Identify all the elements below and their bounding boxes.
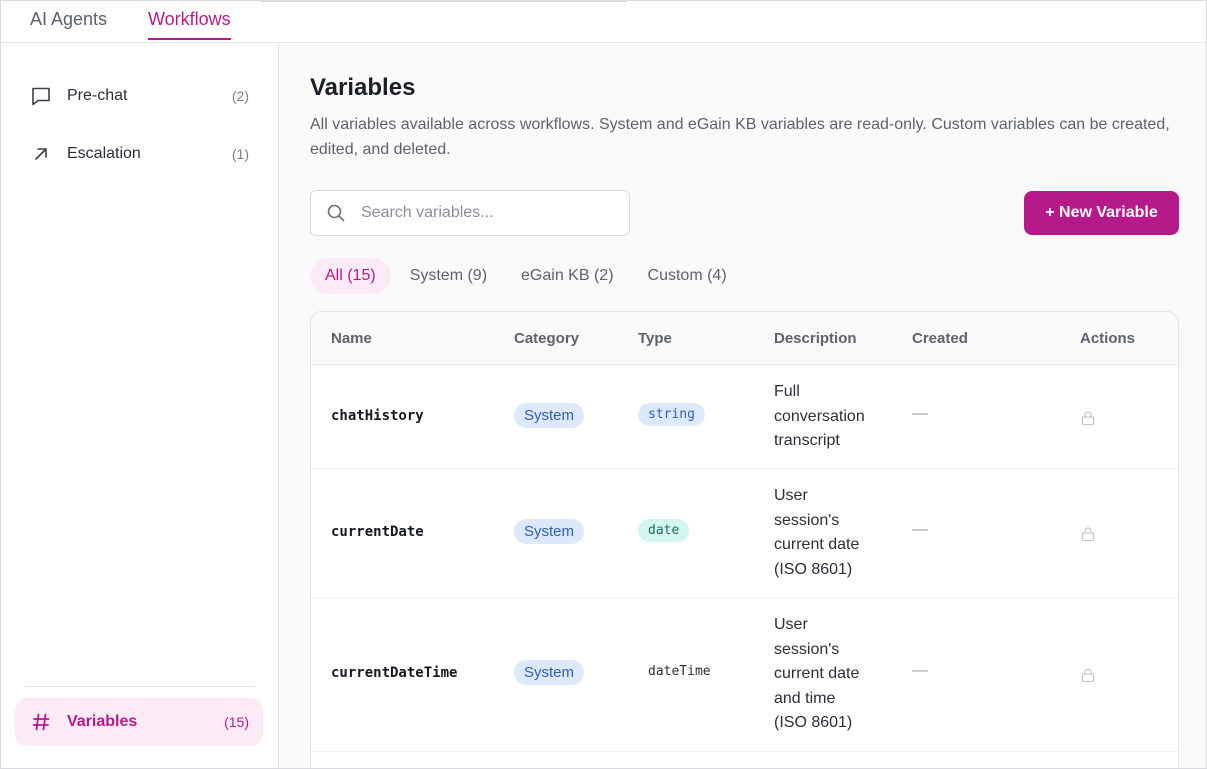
hash-icon	[21, 712, 61, 732]
description-line: transcript	[774, 432, 840, 449]
header-type[interactable]: Type	[638, 330, 672, 347]
header-category[interactable]: Category	[514, 330, 579, 347]
created-value: —	[912, 521, 928, 538]
filter-egain-kb[interactable]: eGain KB (2)	[506, 258, 628, 294]
header-description[interactable]: Description	[774, 330, 857, 347]
created-value: —	[912, 405, 928, 422]
filter-all[interactable]: All (15)	[310, 258, 391, 294]
description-line: conversation	[774, 407, 865, 425]
lock-icon	[1080, 667, 1096, 688]
search-input[interactable]	[361, 204, 611, 222]
description-line: and time	[774, 689, 836, 707]
variable-name: currentDate	[331, 524, 424, 540]
arrow-up-right-icon	[21, 145, 61, 163]
sidebar-item-count: (2)	[231, 88, 249, 104]
type-badge: date	[638, 519, 690, 542]
sidebar-item-variables[interactable]: Variables (15)	[15, 698, 263, 746]
page-title: Variables	[310, 74, 416, 101]
sidebar-item-label: Variables	[67, 713, 138, 730]
variable-name: currentDateTime	[331, 665, 458, 681]
tab-workflows[interactable]: Workflows	[148, 9, 231, 40]
description-line: current date	[774, 665, 860, 682]
type-cell: dateTime	[638, 660, 721, 683]
description-line: Full	[774, 383, 800, 400]
variable-description: User session's current date and time (IS…	[774, 613, 884, 736]
description-line: (ISO 8601)	[774, 560, 853, 578]
table-row[interactable]: currentDate System date User session's c…	[311, 469, 1178, 598]
type-cell: string	[638, 403, 705, 426]
type-badge: dateTime	[648, 664, 711, 679]
variable-name: chatHistory	[331, 408, 424, 424]
sidebar-item-label: Escalation	[67, 145, 141, 162]
sidebar: Pre-chat (2) Escalation (1) Variables (1…	[1, 44, 279, 768]
category-cell: System	[514, 660, 585, 685]
lock-icon	[1080, 410, 1096, 431]
category-badge: System	[514, 403, 585, 428]
sidebar-divider	[25, 686, 255, 687]
lock-icon	[1080, 526, 1096, 547]
table-row[interactable]: currentDateTime System dateTime User ses…	[311, 598, 1178, 752]
sidebar-item-escalation[interactable]: Escalation (1)	[15, 130, 263, 178]
created-value: —	[912, 662, 928, 679]
chat-bubble-icon	[21, 85, 61, 107]
description-line: current date	[774, 536, 860, 553]
description-line: session's	[774, 640, 840, 658]
header-actions: Actions	[1080, 330, 1136, 347]
description-line: User	[774, 616, 808, 633]
description-line: (ISO 8601)	[774, 714, 853, 731]
sidebar-item-count: (15)	[224, 714, 249, 730]
search-icon	[325, 202, 347, 224]
category-badge: System	[514, 660, 585, 685]
sidebar-item-label: Pre-chat	[67, 87, 128, 104]
header-created[interactable]: Created	[912, 330, 968, 347]
search-box[interactable]	[310, 190, 630, 236]
type-cell: date	[638, 519, 690, 542]
variables-table: Name Category Type Description Created A…	[310, 311, 1179, 768]
description-line: User	[774, 487, 808, 504]
sidebar-item-count: (1)	[231, 146, 249, 162]
type-badge: string	[638, 403, 705, 426]
table-row[interactable]: chatHistory System string Full conversat…	[311, 365, 1178, 469]
category-cell: System	[514, 403, 585, 428]
top-divider	[259, 1, 627, 2]
header-name[interactable]: Name	[331, 330, 372, 347]
table-header: Name Category Type Description Created A…	[311, 312, 1178, 365]
filter-custom[interactable]: Custom (4)	[633, 258, 742, 294]
variable-description: User session's current date (ISO 8601)	[774, 484, 884, 582]
page-description: All variables available across workflows…	[310, 116, 1170, 158]
category-cell: System	[514, 519, 585, 544]
top-tab-bar: AI Agents Workflows	[1, 1, 1206, 43]
variable-description: Full conversation transcript	[774, 380, 884, 454]
new-variable-button[interactable]: + New Variable	[1024, 191, 1179, 235]
filter-system[interactable]: System (9)	[395, 258, 502, 294]
description-line: session's	[774, 511, 840, 529]
main-content: Variables All variables available across…	[280, 44, 1206, 768]
sidebar-item-pre-chat[interactable]: Pre-chat (2)	[15, 72, 263, 120]
category-filter-tabs: All (15) System (9) eGain KB (2) Custom …	[310, 258, 746, 294]
app-window: AI Agents Workflows Pre-chat (2) Escalat…	[0, 0, 1207, 769]
tab-ai-agents[interactable]: AI Agents	[30, 9, 107, 30]
category-badge: System	[514, 519, 585, 544]
